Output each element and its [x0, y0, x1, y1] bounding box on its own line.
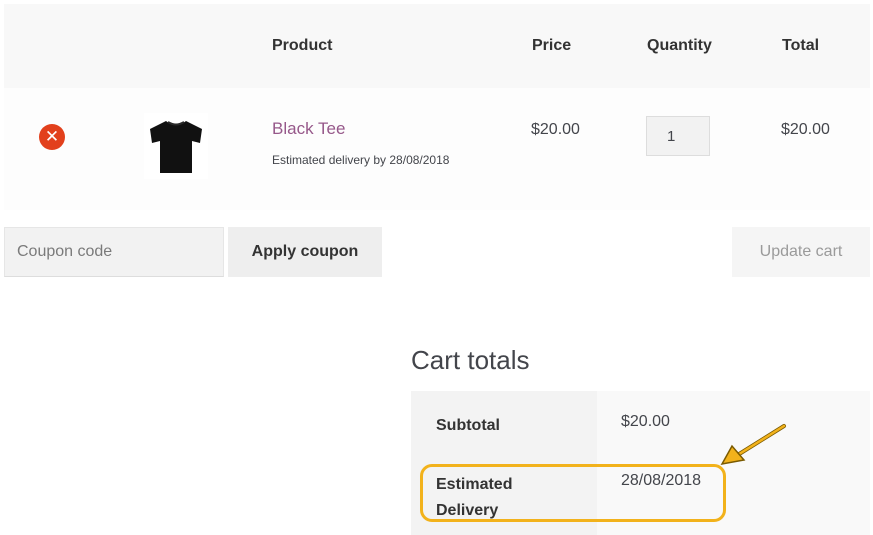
- header-price: Price: [532, 37, 572, 54]
- cart-actions: Apply coupon Update cart: [4, 227, 870, 277]
- estimated-delivery-note: Estimated delivery by 28/08/2018: [272, 153, 450, 167]
- apply-coupon-button[interactable]: Apply coupon: [228, 227, 382, 277]
- item-total: $20.00: [781, 121, 830, 138]
- cart-totals-title: Cart totals: [411, 345, 530, 375]
- estimated-delivery-label: Estimated Delivery: [436, 476, 513, 519]
- update-cart-button[interactable]: Update cart: [732, 227, 870, 277]
- cart-table-header: Product Price Quantity Total: [4, 4, 870, 88]
- header-quantity: Quantity: [647, 37, 712, 54]
- subtotal-row: Subtotal $20.00: [411, 391, 870, 453]
- product-link-black-tee[interactable]: Black Tee: [272, 119, 345, 139]
- estimated-delivery-row: Estimated Delivery 28/08/2018: [411, 453, 870, 535]
- quantity-input[interactable]: [646, 116, 710, 156]
- estimated-delivery-value: 28/08/2018: [621, 472, 702, 489]
- item-price: $20.00: [531, 121, 580, 138]
- remove-icon[interactable]: ✕: [39, 124, 65, 150]
- header-product: Product: [272, 37, 333, 54]
- coupon-code-input[interactable]: [4, 227, 224, 277]
- tshirt-icon[interactable]: [144, 113, 208, 179]
- subtotal-value: $20.00: [621, 413, 670, 430]
- subtotal-label: Subtotal: [436, 417, 500, 434]
- header-total: Total: [782, 37, 820, 54]
- cart-item-row: ✕ Black Tee Estimated delivery by 28/08/…: [4, 88, 870, 210]
